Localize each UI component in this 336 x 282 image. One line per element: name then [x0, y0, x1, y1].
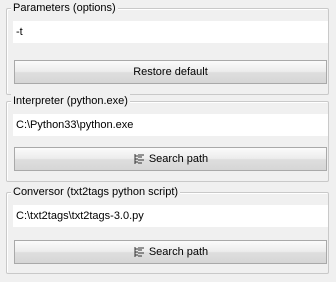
parameters-input[interactable]: -t: [13, 21, 328, 43]
tree-icon: [133, 246, 145, 258]
conversor-search-path-label: Search path: [148, 246, 209, 258]
interpreter-path-input[interactable]: C:\Python33\python.exe: [13, 114, 328, 136]
parameters-group: Parameters (options) -t Restore default: [6, 1, 329, 95]
interpreter-group: Interpreter (python.exe) C:\Python33\pyt…: [6, 94, 329, 182]
restore-default-button[interactable]: Restore default: [14, 60, 327, 84]
conversor-search-path-button[interactable]: Search path: [14, 240, 327, 264]
interpreter-group-title: Interpreter (python.exe): [11, 94, 130, 108]
conversor-path-input[interactable]: C:\txt2tags\txt2tags-3.0.py: [13, 205, 328, 227]
interpreter-search-path-button[interactable]: Search path: [14, 147, 327, 171]
conversor-group-title: Conversor (txt2tags python script): [11, 185, 181, 199]
conversor-group: Conversor (txt2tags python script) C:\tx…: [6, 185, 329, 274]
restore-default-button-label: Restore default: [133, 66, 208, 78]
tree-icon: [133, 153, 145, 165]
parameters-group-title: Parameters (options): [11, 1, 118, 15]
interpreter-search-path-label: Search path: [148, 153, 209, 165]
